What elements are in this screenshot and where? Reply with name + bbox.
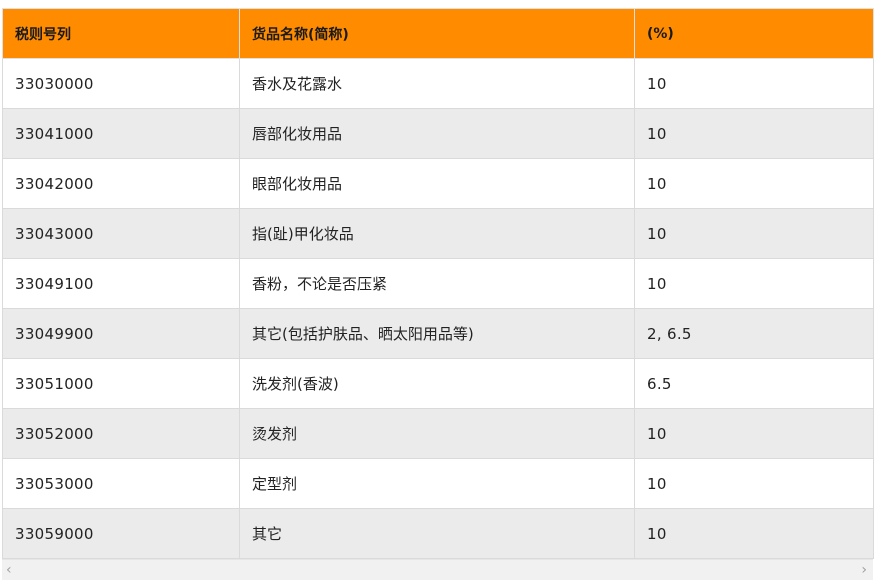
table-row: 33049900 其它(包括护肤品、晒太阳用品等) 2, 6.5 (2, 308, 874, 359)
tariff-table: 税则号列 货品名称(简称) (%) 33030000 香水及花露水 10 330… (2, 8, 874, 559)
header-goods-name: 货品名称(简称) (239, 8, 635, 59)
cell-goods-name: 香水及花露水 (239, 58, 635, 109)
tariff-table-container: 税则号列 货品名称(简称) (%) 33030000 香水及花露水 10 330… (2, 8, 874, 559)
cell-rate: 6.5 (634, 358, 874, 409)
cell-goods-name: 其它 (239, 508, 635, 559)
cell-rate: 10 (634, 108, 874, 159)
cell-goods-name: 眼部化妆用品 (239, 158, 635, 209)
cell-rate: 10 (634, 58, 874, 109)
cell-tariff-code: 33049100 (2, 258, 240, 309)
cell-tariff-code: 33043000 (2, 208, 240, 259)
cell-tariff-code: 33042000 (2, 158, 240, 209)
cell-tariff-code: 33041000 (2, 108, 240, 159)
cell-tariff-code: 33059000 (2, 508, 240, 559)
cell-goods-name: 定型剂 (239, 458, 635, 509)
cell-tariff-code: 33051000 (2, 358, 240, 409)
cell-goods-name: 唇部化妆用品 (239, 108, 635, 159)
cell-goods-name: 指(趾)甲化妆品 (239, 208, 635, 259)
cell-rate: 10 (634, 158, 874, 209)
cell-tariff-code: 33052000 (2, 408, 240, 459)
scroll-left-arrow-icon[interactable]: ‹ (6, 562, 12, 578)
horizontal-scrollbar[interactable]: ‹ › (2, 559, 873, 580)
header-rate: (%) (634, 8, 874, 59)
cell-goods-name: 洗发剂(香波) (239, 358, 635, 409)
table-row: 33052000 烫发剂 10 (2, 408, 874, 459)
cell-rate: 2, 6.5 (634, 308, 874, 359)
cell-rate: 10 (634, 408, 874, 459)
cell-tariff-code: 33030000 (2, 58, 240, 109)
table-row: 33041000 唇部化妆用品 10 (2, 108, 874, 159)
cell-goods-name: 香粉，不论是否压紧 (239, 258, 635, 309)
scroll-right-arrow-icon[interactable]: › (861, 562, 867, 578)
cell-goods-name: 其它(包括护肤品、晒太阳用品等) (239, 308, 635, 359)
cell-rate: 10 (634, 258, 874, 309)
cell-rate: 10 (634, 208, 874, 259)
header-tariff-code: 税则号列 (2, 8, 240, 59)
table-row: 33049100 香粉，不论是否压紧 10 (2, 258, 874, 309)
cell-tariff-code: 33049900 (2, 308, 240, 359)
table-header-row: 税则号列 货品名称(简称) (%) (2, 8, 874, 59)
cell-rate: 10 (634, 508, 874, 559)
table-row: 33051000 洗发剂(香波) 6.5 (2, 358, 874, 409)
cell-goods-name: 烫发剂 (239, 408, 635, 459)
table-row: 33043000 指(趾)甲化妆品 10 (2, 208, 874, 259)
table-row: 33059000 其它 10 (2, 508, 874, 559)
table-row: 33042000 眼部化妆用品 10 (2, 158, 874, 209)
table-row: 33053000 定型剂 10 (2, 458, 874, 509)
cell-rate: 10 (634, 458, 874, 509)
table-row: 33030000 香水及花露水 10 (2, 58, 874, 109)
cell-tariff-code: 33053000 (2, 458, 240, 509)
